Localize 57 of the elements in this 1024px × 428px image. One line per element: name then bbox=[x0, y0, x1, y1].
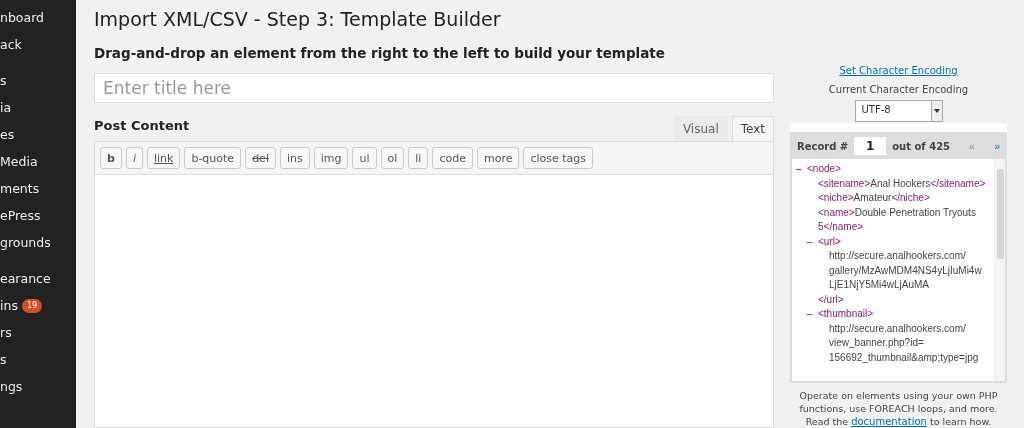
record-field[interactable]: 1 bbox=[854, 137, 887, 155]
collapse-toggle[interactable]: – bbox=[807, 307, 818, 322]
sidebar-item[interactable]: s bbox=[0, 72, 7, 89]
toolbar-button[interactable]: del bbox=[245, 147, 276, 169]
xml-text[interactable]: http://secure.analhookers.com/ gallery/MzAwMDM4NS4yLjIuMi4w LjE1NjY5Mi4wLjAuMA bbox=[818, 249, 990, 293]
toolbar-button[interactable]: ins bbox=[279, 147, 310, 169]
collapse-toggle[interactable]: – bbox=[796, 162, 807, 177]
section-label: Post Content bbox=[94, 118, 190, 135]
sidebar-item[interactable]: ins bbox=[0, 297, 18, 314]
encoding-select[interactable]: UTF-8 bbox=[854, 100, 943, 122]
collapse-toggle[interactable]: – bbox=[807, 234, 818, 249]
toolbar-button[interactable]: i bbox=[125, 147, 143, 169]
instructions: Drag-and-drop an element from the right to the left to build your template bbox=[94, 45, 666, 61]
count-badge: 19 bbox=[21, 299, 43, 313]
sidebar-item[interactable]: ack bbox=[0, 36, 22, 53]
dropdown-icon bbox=[933, 109, 940, 113]
toolbar-button[interactable]: img bbox=[313, 147, 349, 169]
editor-tab[interactable]: Visual bbox=[673, 116, 728, 141]
sidebar-item[interactable]: ments bbox=[0, 180, 40, 197]
sidebar-item[interactable]: s bbox=[0, 351, 7, 368]
sidebar-item[interactable]: Media bbox=[0, 153, 38, 170]
xml-element[interactable]: <name>Double Penetration Tryouts 5</name> bbox=[818, 205, 990, 235]
toolbar-button[interactable]: more bbox=[476, 147, 520, 169]
toolbar-button[interactable]: ol bbox=[380, 147, 405, 169]
editor-tab[interactable]: Text bbox=[731, 116, 774, 141]
toolbar-button[interactable]: b bbox=[100, 147, 122, 169]
toolbar-button[interactable]: link bbox=[146, 147, 181, 169]
sidebar-item[interactable]: earance bbox=[0, 270, 51, 287]
sidebar-item[interactable]: rs bbox=[0, 324, 12, 341]
next-button[interactable]: » bbox=[994, 140, 1000, 152]
documentation-link[interactable]: documentation bbox=[851, 416, 927, 427]
xml-tag[interactable]: </url> bbox=[818, 292, 990, 307]
xml-element[interactable]: <sitename>Anal Hookers</sitename> bbox=[818, 176, 986, 191]
sidebar-item[interactable]: es bbox=[0, 126, 15, 143]
toolbar-button[interactable]: code bbox=[432, 147, 473, 169]
xml-text[interactable]: http://secure.analhookers.com/ view_banner.php?id= 156692_thumbnail&amp;type=jpg bbox=[818, 321, 990, 365]
record-count: out of 425 bbox=[892, 140, 951, 152]
page-title: Import XML/CSV - Step 3: Template Builder bbox=[94, 8, 502, 30]
sidebar-item[interactable]: ngs bbox=[0, 378, 23, 395]
help-text: Operate on elements using your own PHP functions, use FOREACH loops, and more. Read the documentation to learn how. bbox=[798, 389, 999, 428]
xml-tag[interactable]: <url> bbox=[818, 234, 841, 249]
record-label: Record # bbox=[797, 140, 849, 152]
title-field[interactable]: Enter title here bbox=[94, 73, 774, 103]
toolbar-button[interactable]: b-quote bbox=[184, 147, 242, 169]
xml-tag[interactable]: <node> bbox=[807, 162, 841, 177]
toolbar-button[interactable]: close tags bbox=[523, 147, 594, 169]
sidebar-item[interactable]: ia bbox=[0, 99, 12, 116]
encoding-link[interactable]: Set Character Encoding bbox=[839, 65, 958, 76]
xml-element[interactable]: <niche>Amateur</niche> bbox=[818, 191, 930, 206]
encoding-label: Current Character Encoding bbox=[828, 84, 969, 95]
sidebar-item[interactable]: nboard bbox=[0, 9, 45, 26]
toolbar-button[interactable]: ul bbox=[352, 147, 377, 169]
sidebar-item[interactable]: ePress bbox=[0, 207, 41, 224]
xml-tag[interactable]: <thumbnail> bbox=[818, 307, 874, 322]
toolbar-button[interactable]: li bbox=[408, 147, 429, 169]
scrollbar[interactable] bbox=[994, 159, 1005, 381]
sidebar-item[interactable]: grounds bbox=[0, 234, 51, 251]
